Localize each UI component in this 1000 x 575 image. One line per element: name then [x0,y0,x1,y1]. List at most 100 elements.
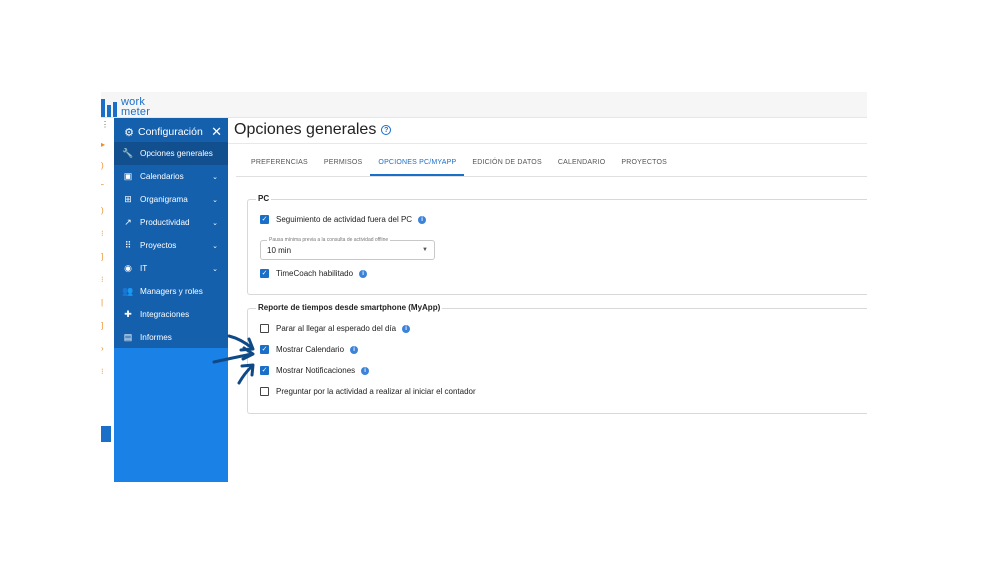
myapp-section: Reporte de tiempos desde smartphone (MyA… [247,303,867,414]
tracking-label: Seguimiento de actividad fuera del PC [276,215,413,224]
top-bar: work meter [101,92,867,118]
report-icon: ▤ [123,332,133,342]
sidebar-item-organigrama[interactable]: ⊞ Organigrama ⌄ [114,188,228,211]
info-icon[interactable]: i [402,324,411,333]
trend-icon: ↗ [124,217,132,227]
sidebar-item-informes[interactable]: ▤ Informes [114,326,228,349]
page-title: Opciones generales ? [234,121,392,139]
org-chart-icon: ⊞ [124,194,132,204]
sidebar-menu: ⚙ Configuración ✕ 🔧 Opciones generales ▣… [114,118,228,348]
rail-item-icon[interactable]: | [101,299,103,307]
parar-label: Parar al llegar al esperado del día [276,324,397,333]
workmeter-logo[interactable]: work meter [101,93,151,118]
rail-item-icon[interactable]: ⁝ [101,368,104,376]
timecoach-checkbox[interactable]: ✓ [260,269,269,278]
sidebar-header: ⚙ Configuración ✕ [114,123,228,141]
chevron-down-icon: ⌄ [212,242,218,250]
icon-rail: ⋮ ▸ ) ˜ ) ⁝ ] ⁝ | ] › ⁝ [101,118,114,482]
main-content: Opciones generales ? PREFERENCIAS PERMIS… [228,118,867,482]
info-icon[interactable]: i [350,345,359,354]
chevron-down-icon: ⌄ [212,173,218,181]
users-icon: 👥 [122,286,134,296]
option-preguntar-actividad: Preguntar por la actividad a realizar al… [260,387,476,396]
sidebar-title: Configuración [138,126,203,138]
sidebar-item-calendarios[interactable]: ▣ Calendarios ⌄ [114,165,228,188]
sidebar-item-it[interactable]: ◉ IT ⌄ [114,257,228,280]
close-icon[interactable]: ✕ [211,123,222,141]
puzzle-icon: ✚ [124,309,132,319]
pc-section: PC ✓ Seguimiento de actividad fuera del … [247,194,867,295]
palette-icon: ◉ [124,263,132,273]
app-window: work meter ⋮ ▸ ) ˜ ) ⁝ ] ⁝ | ] › ⁝ ⚙ Con… [101,92,867,482]
sidebar-item-managers-y-roles[interactable]: 👥 Managers y roles [114,280,228,303]
tab-calendario[interactable]: CALENDARIO [550,154,614,176]
sidebar: ⚙ Configuración ✕ 🔧 Opciones generales ▣… [114,118,228,482]
chevron-down-icon: ⌄ [212,196,218,204]
sidebar-item-proyectos[interactable]: ⠿ Proyectos ⌄ [114,234,228,257]
logo-bars-icon [101,99,117,117]
mostrar-notificaciones-checkbox[interactable]: ✓ [260,366,269,375]
sidebar-item-label: Proyectos [140,241,177,250]
rail-item-icon[interactable]: ▸ [101,141,105,149]
sidebar-item-label: Productividad [140,218,190,227]
rail-item-icon[interactable]: ) [101,207,104,215]
myapp-section-legend: Reporte de tiempos desde smartphone (MyA… [256,303,443,312]
rail-item-icon[interactable]: ] [101,253,103,261]
sidebar-item-label: Informes [140,333,172,342]
help-icon[interactable]: ? [381,125,392,135]
sidebar-item-label: Managers y roles [140,287,203,296]
sidebar-item-integraciones[interactable]: ✚ Integraciones [114,303,228,326]
sidebar-item-label: Opciones generales [140,149,213,158]
rail-active-indicator[interactable] [101,426,111,442]
timecoach-label: TimeCoach habilitado [276,269,354,278]
tab-proyectos[interactable]: PROYECTOS [613,154,675,176]
sidebar-item-label: Organigrama [140,195,188,204]
pause-select[interactable]: Pausa mínima previa a la consulta de act… [260,237,435,260]
calendar-icon: ▣ [123,171,133,181]
page-title-text: Opciones generales [234,121,377,138]
tab-bar: PREFERENCIAS PERMISOS OPCIONES PC/MYAPP … [243,154,675,176]
preguntar-label: Preguntar por la actividad a realizar al… [276,387,476,396]
grid-icon: ⠿ [124,240,132,250]
sidebar-item-opciones-generales[interactable]: 🔧 Opciones generales [114,142,228,165]
rail-item-icon[interactable]: › [101,345,104,353]
rail-item-icon[interactable]: ) [101,162,104,170]
info-icon[interactable]: i [359,269,368,278]
rail-item-icon[interactable]: ⁝ [101,230,104,238]
parar-checkbox[interactable] [260,324,269,333]
rail-menu-icon[interactable]: ⋮ [101,121,109,129]
tracking-option: ✓ Seguimiento de actividad fuera del PC … [260,215,427,224]
pc-section-legend: PC [256,194,272,203]
gear-icon: ⚙ [124,126,134,139]
pause-select-value: 10 min [267,246,292,255]
mostrar-calendario-label: Mostrar Calendario [276,345,345,354]
tab-edicion-de-datos[interactable]: EDICIÓN DE DATOS [464,154,549,176]
title-divider [228,143,867,144]
tracking-checkbox[interactable]: ✓ [260,215,269,224]
chevron-down-icon: ⌄ [212,265,218,273]
chevron-down-icon: ⌄ [212,219,218,227]
tab-opciones-pc-myapp[interactable]: OPCIONES PC/MYAPP [370,154,465,176]
sidebar-item-label: IT [140,264,148,273]
mostrar-calendario-checkbox[interactable]: ✓ [260,345,269,354]
rail-item-icon[interactable]: ⁝ [101,276,104,284]
tabs-divider [236,176,867,177]
pause-select-label: Pausa mínima previa a la consulta de act… [267,237,391,243]
rail-item-icon[interactable]: ˜ [101,184,104,192]
option-mostrar-notificaciones: ✓ Mostrar Notificaciones i [260,366,370,375]
timecoach-option: ✓ TimeCoach habilitado i [260,269,368,278]
rail-item-icon[interactable]: ] [101,322,103,330]
preguntar-checkbox[interactable] [260,387,269,396]
tab-preferencias[interactable]: PREFERENCIAS [243,154,316,176]
option-parar-al-llegar: Parar al llegar al esperado del día i [260,324,411,333]
sidebar-item-label: Integraciones [140,310,190,319]
info-icon[interactable]: i [418,215,427,224]
tab-permisos[interactable]: PERMISOS [316,154,371,176]
logo-line-2: meter [121,106,151,118]
sidebar-item-productividad[interactable]: ↗ Productividad ⌄ [114,211,228,234]
info-icon[interactable]: i [361,366,370,375]
wrench-icon: 🔧 [122,148,134,158]
mostrar-notificaciones-label: Mostrar Notificaciones [276,366,356,375]
sidebar-item-label: Calendarios [140,172,184,181]
caret-down-icon: ▼ [422,247,428,253]
